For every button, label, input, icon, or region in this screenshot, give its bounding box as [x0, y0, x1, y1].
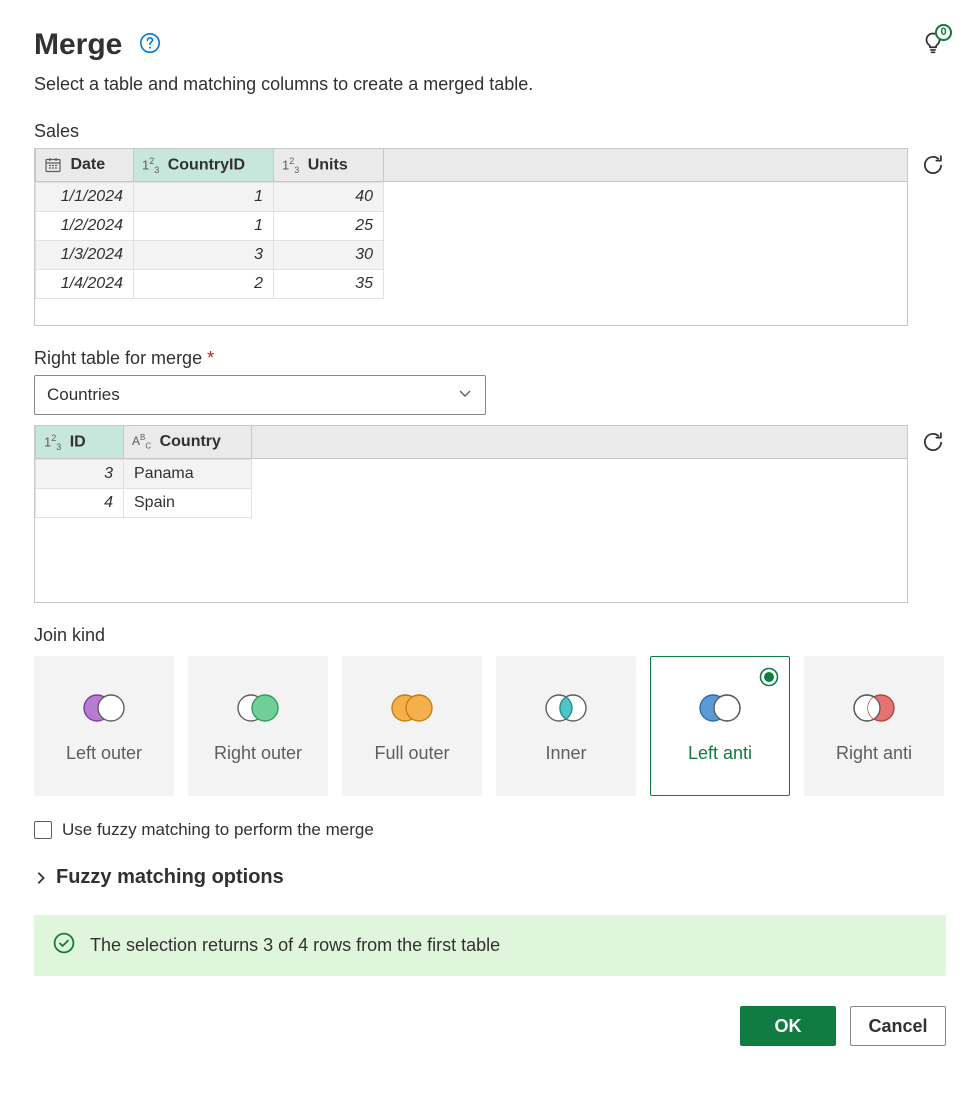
table-row[interactable]: 3Panama	[36, 460, 252, 489]
header-filler	[384, 149, 907, 182]
column-header-units[interactable]: 123 Units	[274, 149, 384, 182]
header-filler	[252, 426, 907, 459]
join-kind-right-anti[interactable]: Right anti	[804, 656, 944, 796]
table-row[interactable]: 1/3/2024330	[36, 241, 384, 270]
column-header-id[interactable]: 123 ID	[36, 426, 124, 459]
join-kind-label: Left anti	[682, 742, 758, 765]
fuzzy-match-checkbox[interactable]: Use fuzzy matching to perform the merge	[34, 820, 946, 840]
fuzzy-match-label: Use fuzzy matching to perform the merge	[62, 820, 374, 840]
join-kind-label: Inner	[539, 742, 592, 765]
join-kind-label: Right outer	[208, 742, 308, 765]
join-kind-label: Join kind	[34, 625, 946, 646]
radio-selected-icon	[759, 667, 779, 687]
right-table-grid[interactable]: 123 ID ABC Country 3Panama4Spain	[34, 425, 908, 603]
column-header-date[interactable]: Date	[36, 149, 134, 182]
dialog-subtitle: Select a table and matching columns to c…	[34, 74, 946, 95]
right-table-select[interactable]: Countries	[34, 375, 486, 415]
fuzzy-options-label: Fuzzy matching options	[56, 866, 284, 889]
table-row[interactable]: 1/2/2024125	[36, 212, 384, 241]
join-kind-left-anti[interactable]: Left anti	[650, 656, 790, 796]
join-kind-right-outer[interactable]: Right outer	[188, 656, 328, 796]
table-header-row: Date 123 CountryID 123 Units	[36, 149, 384, 182]
suggestions-count-badge: 0	[935, 24, 952, 41]
join-kind-label: Left outer	[60, 742, 148, 765]
dialog-button-row: OK Cancel	[34, 1006, 946, 1046]
table-row[interactable]: 1/1/2024140	[36, 183, 384, 212]
table-header-row: 123 ID ABC Country	[36, 426, 252, 459]
column-header-country[interactable]: ABC Country	[124, 426, 252, 459]
cancel-button[interactable]: Cancel	[850, 1006, 946, 1046]
left-table-label: Sales	[34, 121, 946, 142]
checkbox-icon	[34, 821, 52, 839]
refresh-icon[interactable]	[920, 152, 946, 183]
help-icon[interactable]	[138, 31, 162, 60]
suggestions-button[interactable]: 0	[920, 30, 946, 61]
table-row[interactable]: 4Spain	[36, 489, 252, 518]
join-kind-left-outer[interactable]: Left outer	[34, 656, 174, 796]
dialog-header: Merge 0	[34, 28, 946, 62]
join-kind-inner[interactable]: Inner	[496, 656, 636, 796]
table-row[interactable]: 1/4/2024235	[36, 270, 384, 299]
right-table-selected-value: Countries	[47, 385, 120, 405]
status-bar: The selection returns 3 of 4 rows from t…	[34, 915, 946, 976]
checkmark-icon	[52, 931, 76, 960]
refresh-icon[interactable]	[920, 429, 946, 460]
merge-dialog: Merge 0 Select a table and matching colu…	[0, 0, 980, 1082]
chevron-down-icon	[457, 385, 473, 406]
left-table-grid[interactable]: Date 123 CountryID 123 Units 1/1/2024140…	[34, 148, 908, 326]
page-title: Merge	[34, 28, 122, 62]
join-kind-options: Left outer Right outer Full outer Inner Left…	[34, 656, 946, 796]
fuzzy-options-expander[interactable]: Fuzzy matching options	[34, 866, 946, 889]
ok-button[interactable]: OK	[740, 1006, 836, 1046]
status-text: The selection returns 3 of 4 rows from t…	[90, 935, 500, 956]
column-header-countryid[interactable]: 123 CountryID	[134, 149, 274, 182]
join-kind-label: Right anti	[830, 742, 918, 765]
join-kind-label: Full outer	[368, 742, 455, 765]
required-asterisk: *	[207, 348, 214, 368]
right-table-label: Right table for merge *	[34, 348, 946, 369]
join-kind-full-outer[interactable]: Full outer	[342, 656, 482, 796]
